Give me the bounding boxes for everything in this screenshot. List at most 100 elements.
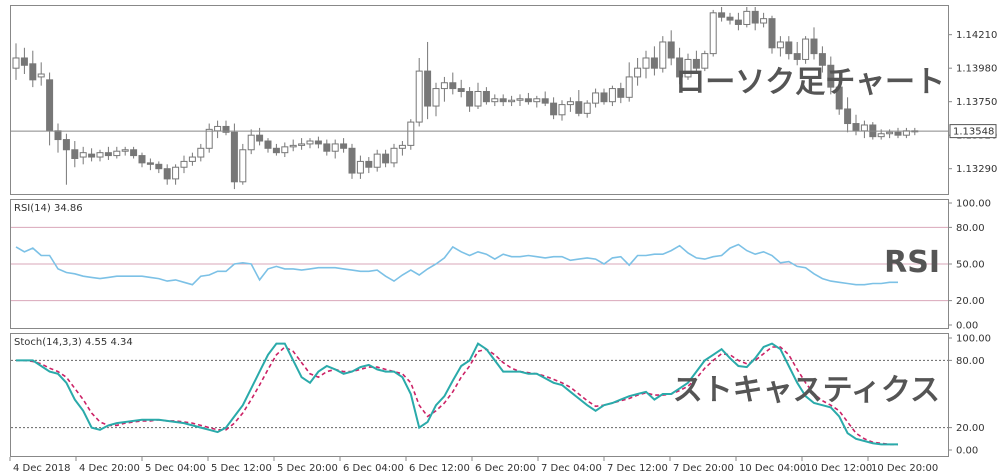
candle-body [20, 57, 28, 66]
candle-body [726, 16, 734, 21]
candle-overlay-label: ローソク足チャート [675, 65, 945, 100]
candle-body [818, 53, 826, 66]
candle-body [844, 108, 852, 125]
candle-body [600, 92, 608, 103]
candle-body [642, 57, 650, 69]
candle-body [659, 41, 667, 69]
x-tick-label: 7 Dec 04:00 [541, 463, 602, 474]
candle-body [113, 150, 121, 157]
current-price-tag: 1.13548 [949, 124, 997, 139]
x-tick-label: 5 Dec 04:00 [145, 463, 206, 474]
candle-body [852, 123, 860, 132]
y-tick-label: 80.00 [956, 223, 985, 234]
candle-body [718, 12, 726, 18]
candle-body [734, 19, 742, 25]
x-tick-label: 4 Dec 20:00 [79, 463, 140, 474]
candle-body [230, 131, 238, 183]
y-tick-label: 100.00 [956, 199, 991, 210]
candle-body [205, 128, 213, 149]
candle-body [281, 146, 289, 154]
y-tick-label: 1.14210 [956, 30, 997, 41]
candle-body [793, 53, 801, 60]
stoch-overlay-label: ストキャスティクス [673, 373, 940, 408]
x-tick-label: 7 Dec 20:00 [673, 463, 734, 474]
candle-body [331, 143, 339, 152]
candle-body [197, 147, 205, 158]
x-tick-label: 10 Dec 20:00 [871, 463, 938, 474]
candle-body [398, 144, 406, 149]
candle-body [785, 41, 793, 55]
y-tick-label: 1.13750 [956, 97, 997, 108]
candle-body [54, 130, 62, 141]
candle-body [306, 140, 314, 145]
candle-body [188, 156, 196, 162]
candle-body [96, 152, 104, 158]
candle-body [138, 155, 146, 164]
candle-body [877, 133, 885, 138]
candle-body [466, 90, 474, 107]
rsi-label: RSI(14) 34.86 [14, 203, 83, 214]
candle-body [373, 153, 381, 168]
candle-body [37, 73, 45, 78]
candle-body [558, 104, 566, 116]
candle-body [802, 38, 810, 60]
y-tick-label: 1.13980 [956, 64, 997, 75]
candle-body [382, 153, 390, 164]
candle-body [592, 92, 600, 104]
candle-body [214, 125, 222, 132]
candle-body [541, 98, 549, 104]
x-tick-label: 5 Dec 12:00 [211, 463, 272, 474]
candle-body [709, 12, 717, 55]
candle-body [860, 124, 868, 132]
candle-body [440, 82, 448, 90]
y-tick-label: 50.00 [956, 260, 985, 271]
candle-body [608, 88, 616, 103]
candle-body [172, 166, 180, 180]
candle-body [264, 140, 272, 149]
candle-body [508, 99, 516, 103]
candle-body [415, 70, 423, 123]
candle-body [365, 160, 373, 168]
rsi-overlay-label: RSI [884, 245, 940, 280]
x-tick-label: 6 Dec 12:00 [409, 463, 470, 474]
candle-body [323, 143, 331, 152]
candle-body [256, 134, 264, 142]
candle-body [634, 67, 642, 78]
candle-body [88, 153, 96, 158]
candle-body [482, 90, 490, 103]
candle-body [533, 98, 541, 103]
candle-body [62, 139, 70, 151]
candle-body [810, 38, 818, 55]
candle-body [449, 82, 457, 90]
candle-body [348, 147, 356, 174]
x-tick-label: 6 Dec 04:00 [343, 463, 404, 474]
candle-body [524, 98, 532, 103]
current-price-label: 1.13548 [953, 127, 994, 138]
candle-body [516, 98, 524, 101]
candle-body [743, 10, 751, 25]
candle-body [46, 79, 54, 132]
candle-body [760, 18, 768, 24]
x-tick-label: 6 Dec 20:00 [475, 463, 536, 474]
y-tick-label: 1.13290 [956, 164, 997, 175]
candle-body [894, 131, 902, 136]
y-tick-label: 20.00 [956, 296, 985, 307]
candle-body [575, 101, 583, 114]
candle-body [751, 10, 759, 24]
candle-body [768, 18, 776, 49]
candle-body [583, 102, 591, 114]
candle-body [457, 88, 465, 92]
candle-body [499, 98, 507, 103]
candle-body [667, 41, 675, 59]
candle-body [550, 102, 558, 116]
candle-body [356, 160, 364, 174]
chart-area: 1.142101.139801.137501.135201.13290 1.13… [0, 0, 1000, 476]
y-tick-label: 20.00 [956, 423, 985, 434]
candle-body [407, 121, 415, 146]
y-tick-label: 80.00 [956, 356, 985, 367]
candle-body [491, 98, 499, 103]
x-tick-label: 10 Dec 12:00 [805, 463, 872, 474]
candle-body [566, 101, 574, 106]
candle-body [424, 70, 432, 107]
x-tick-label: 7 Dec 12:00 [607, 463, 668, 474]
